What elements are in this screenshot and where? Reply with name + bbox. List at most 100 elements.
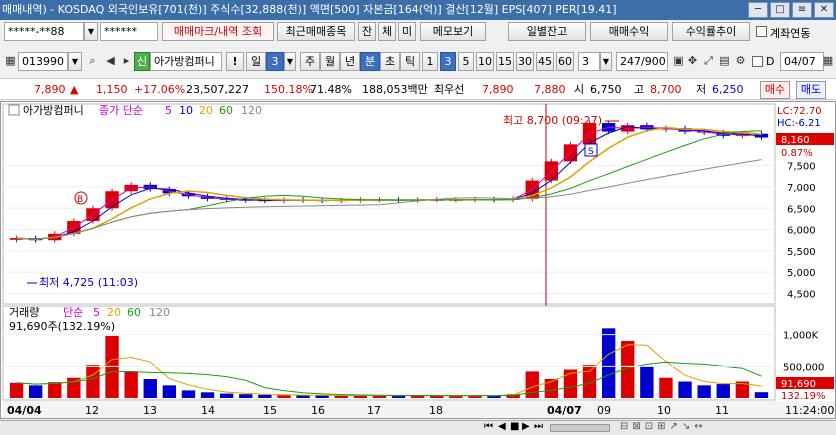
- buy-button[interactable]: 매수: [760, 81, 790, 99]
- x-tick-label: 16: [311, 404, 325, 417]
- x-tick-label: 09: [597, 404, 611, 417]
- balance-button[interactable]: 잔: [358, 22, 376, 41]
- high-label: 고: [634, 83, 645, 96]
- scroll-next-icon[interactable]: ▶: [522, 421, 530, 432]
- price-tag: 8,160: [781, 135, 810, 146]
- scroll-first-icon[interactable]: ⏮: [484, 421, 493, 432]
- arrow-icon[interactable]: ▸: [118, 52, 135, 71]
- interval-45[interactable]: 45: [536, 52, 554, 71]
- credit-badge: 신: [134, 52, 150, 71]
- period-num-input[interactable]: 3: [266, 52, 284, 71]
- price-tick-label: 7,500: [787, 162, 816, 173]
- price-tick-label: 6,000: [787, 226, 816, 237]
- account-link-label: 계좌연동: [770, 27, 811, 40]
- account-select[interactable]: *****-**88: [4, 22, 84, 41]
- warning-icon[interactable]: !: [226, 52, 244, 71]
- ma20-legend: 20: [199, 104, 213, 117]
- period-month-button[interactable]: 월: [320, 52, 340, 71]
- period-day-button[interactable]: 일: [246, 52, 266, 71]
- scroll-thumb[interactable]: [550, 424, 610, 432]
- interval-30[interactable]: 30: [516, 52, 534, 71]
- return-trend-button[interactable]: 수익률추이: [672, 22, 750, 41]
- interval-10[interactable]: 10: [476, 52, 494, 71]
- vol-ma20-legend: 20: [107, 306, 121, 319]
- daily-balance-button[interactable]: 일별잔고: [508, 22, 586, 41]
- recent-trade-button[interactable]: 최근매매종목: [277, 22, 355, 41]
- interval-15[interactable]: 15: [496, 52, 514, 71]
- turnover-rate: 71.48%: [310, 83, 352, 96]
- stock-code-input[interactable]: 013990: [18, 52, 68, 71]
- calendar-icon[interactable]: ▦: [822, 52, 834, 71]
- volume-tag: 91,690: [781, 379, 816, 390]
- hc-label: HC:-6.21: [777, 118, 821, 129]
- volume-bar: [678, 381, 692, 398]
- account-link-checkbox[interactable]: [756, 26, 767, 37]
- up-arrow-icon: ▲: [70, 83, 79, 96]
- x-tick-label: 12: [85, 404, 99, 417]
- low-label: 저: [696, 83, 707, 96]
- period-second-button[interactable]: 초: [380, 52, 400, 71]
- close-button[interactable]: ✕: [814, 2, 834, 18]
- period-tick-button[interactable]: 틱: [400, 52, 420, 71]
- drawing-tools-icon[interactable]: ⊟⊠⊡⊞↗↘↔: [620, 421, 707, 432]
- period-dropdown-icon[interactable]: ▼: [284, 52, 296, 71]
- interval-3[interactable]: 3: [440, 52, 456, 71]
- unexecuted-button[interactable]: 미: [398, 22, 416, 41]
- chart-area[interactable]: 아가방컴퍼니 종가 단순 5 10 20 60 120 최고 8,700 (09…: [0, 101, 836, 419]
- interval-5[interactable]: 5: [458, 52, 474, 71]
- memo-button[interactable]: 메모보기: [420, 22, 486, 41]
- stock-chart-svg[interactable]: 아가방컴퍼니 종가 단순 5 10 20 60 120 최고 8,700 (09…: [1, 102, 836, 420]
- menu-button[interactable]: ≡: [792, 2, 812, 18]
- period-week-button[interactable]: 주: [300, 52, 320, 71]
- account-dropdown-icon[interactable]: ▼: [84, 22, 98, 41]
- scroll-bar[interactable]: ⏮ ◀ ■ ▶ ⏭ ⊟⊠⊡⊞↗↘↔: [0, 420, 836, 435]
- lc-label: LC:72.70: [777, 106, 822, 117]
- window-title: 매매내역) - KOSDAQ 외국인보유[701(천)] 주식수[32,888(…: [2, 3, 617, 16]
- period-year-button[interactable]: 년: [340, 52, 360, 71]
- interval-custom-input[interactable]: 3: [578, 52, 600, 71]
- volume-bar: [659, 377, 673, 398]
- speaker-icon[interactable]: ◀: [102, 52, 119, 71]
- scroll-prev-icon[interactable]: ◀: [498, 421, 506, 432]
- high-price: 8,700: [650, 83, 682, 96]
- password-input[interactable]: ******: [100, 22, 158, 41]
- interval-60[interactable]: 60: [556, 52, 574, 71]
- volume-bar: [219, 393, 234, 398]
- date-check-label: D: [766, 55, 775, 68]
- executed-button[interactable]: 체: [378, 22, 396, 41]
- period-minute-button[interactable]: 분: [360, 52, 380, 71]
- sell-button[interactable]: 매도: [796, 81, 826, 99]
- chart-icon[interactable]: ⤢: [700, 52, 717, 71]
- volume-bar: [601, 328, 616, 398]
- search-icon[interactable]: ⌕: [84, 52, 101, 71]
- date-checkbox[interactable]: [752, 56, 763, 67]
- code-dropdown-icon[interactable]: ▼: [68, 52, 82, 71]
- settings-icon[interactable]: ⚙: [732, 52, 749, 71]
- interval-1[interactable]: 1: [422, 52, 438, 71]
- x-tick-label: 11: [715, 404, 729, 417]
- tools-icon[interactable]: ✥: [684, 52, 701, 71]
- current-price: 7,890: [34, 83, 66, 96]
- price-stock-label: 아가방컴퍼니: [23, 104, 84, 117]
- date-input[interactable]: 04/07: [780, 52, 824, 71]
- layout-icon[interactable]: ▤: [716, 52, 733, 71]
- trade-profit-button[interactable]: 매매수익: [590, 22, 668, 41]
- chart-list-icon[interactable]: [8, 104, 20, 116]
- ma60-legend: 60: [219, 104, 233, 117]
- grid-icon[interactable]: ▦: [2, 52, 19, 71]
- trade-mark-query-button[interactable]: 매매마크/내역 조회: [162, 22, 274, 41]
- x-tick-label: 14: [201, 404, 215, 417]
- best-bid: 7,880: [534, 83, 566, 96]
- interval-dropdown-icon[interactable]: ▼: [600, 52, 612, 71]
- chart-toolbar: ▦ 013990 ▼ ⌕ ◀ ▸ 신 아가방컴퍼니 ! 일 3 ▼ 주 월 년 …: [0, 50, 836, 74]
- trade-amount: 188,053백만: [362, 83, 428, 96]
- minimize-button[interactable]: ─: [748, 2, 768, 18]
- price-change-pct: +17.06%: [134, 83, 186, 96]
- count-input[interactable]: 247/900: [616, 52, 668, 71]
- scroll-last-icon[interactable]: ⏭: [534, 421, 543, 432]
- scroll-stop-icon[interactable]: ■: [510, 421, 519, 432]
- maximize-button[interactable]: □: [770, 2, 790, 18]
- volume-bar: [258, 394, 272, 398]
- x-tick-label: 18: [429, 404, 443, 417]
- price-pct-tag: 0.87%: [781, 148, 813, 159]
